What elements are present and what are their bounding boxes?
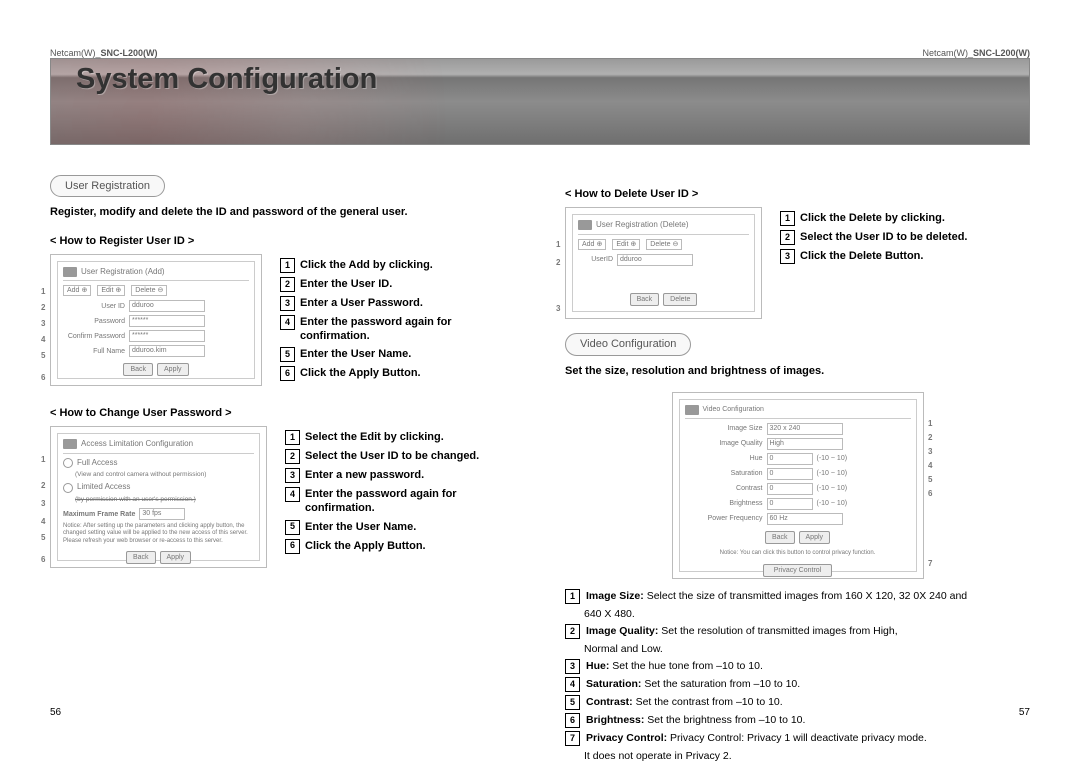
- figure-register: User Registration (Add) Add ⊕ Edit ⊕ Del…: [50, 254, 262, 386]
- page-number-right: 57: [1019, 706, 1030, 719]
- figure-video: Video Configuration Image Size320 x 240 …: [672, 392, 924, 579]
- tab-delete: Delete ⊖: [646, 239, 682, 250]
- video-intro: Set the size, resolution and brightness …: [565, 364, 1030, 378]
- subhead-delete: < How to Delete User ID >: [565, 187, 1030, 201]
- steps-delete: 1Click the Delete by clicking. 2Select t…: [780, 207, 1030, 319]
- tab-add: Add ⊕: [63, 285, 91, 296]
- camera-icon: [578, 220, 592, 230]
- figure-change: Access Limitation Configuration Full Acc…: [50, 426, 267, 568]
- steps-register: 1Click the Add by clicking. 2Enter the U…: [280, 254, 515, 386]
- page-right: Netcam(W)_SNC-L200(W) < How to Delete Us…: [540, 0, 1030, 747]
- tab-add: Add ⊕: [578, 239, 606, 250]
- steps-change: 1Select the Edit by clicking. 2Select th…: [285, 426, 515, 568]
- section-pill-video: Video Configuration: [565, 333, 691, 355]
- header-right: Netcam(W)_SNC-L200(W): [922, 48, 1030, 60]
- page-number-left: 56: [50, 706, 61, 719]
- camera-icon: [63, 439, 77, 449]
- manual-spread: System Configuration Netcam(W)_SNC-L200(…: [0, 0, 1080, 747]
- section-intro: Register, modify and delete the ID and p…: [50, 205, 515, 219]
- tab-edit: Edit ⊕: [612, 239, 640, 250]
- figure-delete: User Registration (Delete) Add ⊕ Edit ⊕ …: [565, 207, 762, 319]
- subhead-register: < How to Register User ID >: [50, 234, 515, 248]
- camera-icon: [685, 405, 699, 415]
- page-left: Netcam(W)_SNC-L200(W) User Registration …: [50, 0, 540, 747]
- section-pill-user-reg: User Registration: [50, 175, 165, 197]
- header-left: Netcam(W)_SNC-L200(W): [50, 48, 158, 60]
- subhead-change: < How to Change User Password >: [50, 406, 515, 420]
- tab-edit: Edit ⊕: [97, 285, 125, 296]
- video-item-list: 1Image Size: Select the size of transmit…: [565, 589, 1030, 763]
- tab-delete: Delete ⊖: [131, 285, 167, 296]
- camera-icon: [63, 267, 77, 277]
